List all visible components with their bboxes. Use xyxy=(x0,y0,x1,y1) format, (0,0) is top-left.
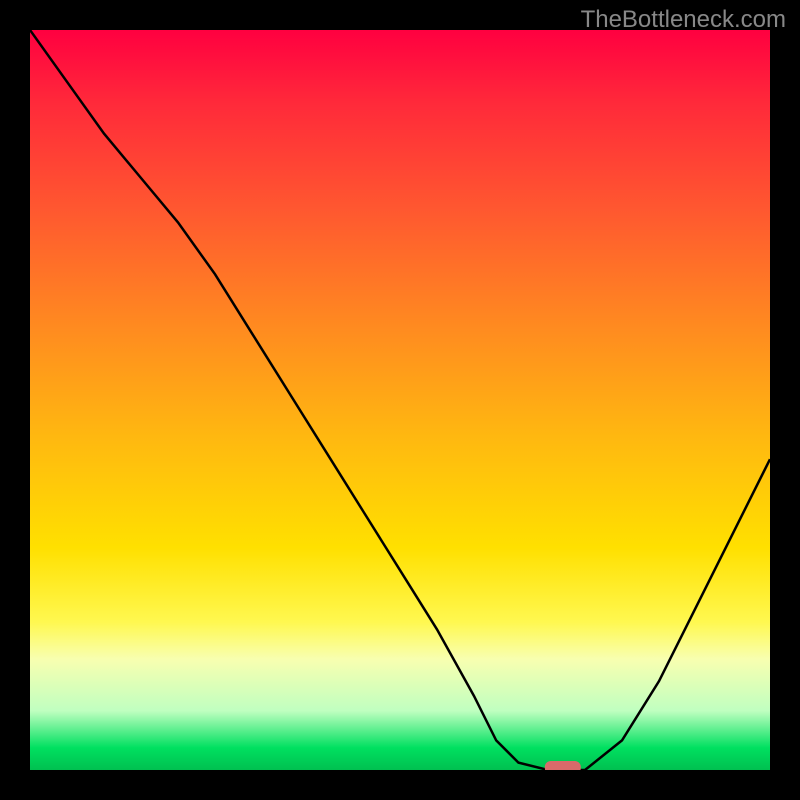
bottleneck-curve-chart xyxy=(30,30,770,770)
bottleneck-curve xyxy=(30,30,770,770)
optimal-point-marker xyxy=(545,761,581,770)
watermark-text: TheBottleneck.com xyxy=(581,6,786,34)
